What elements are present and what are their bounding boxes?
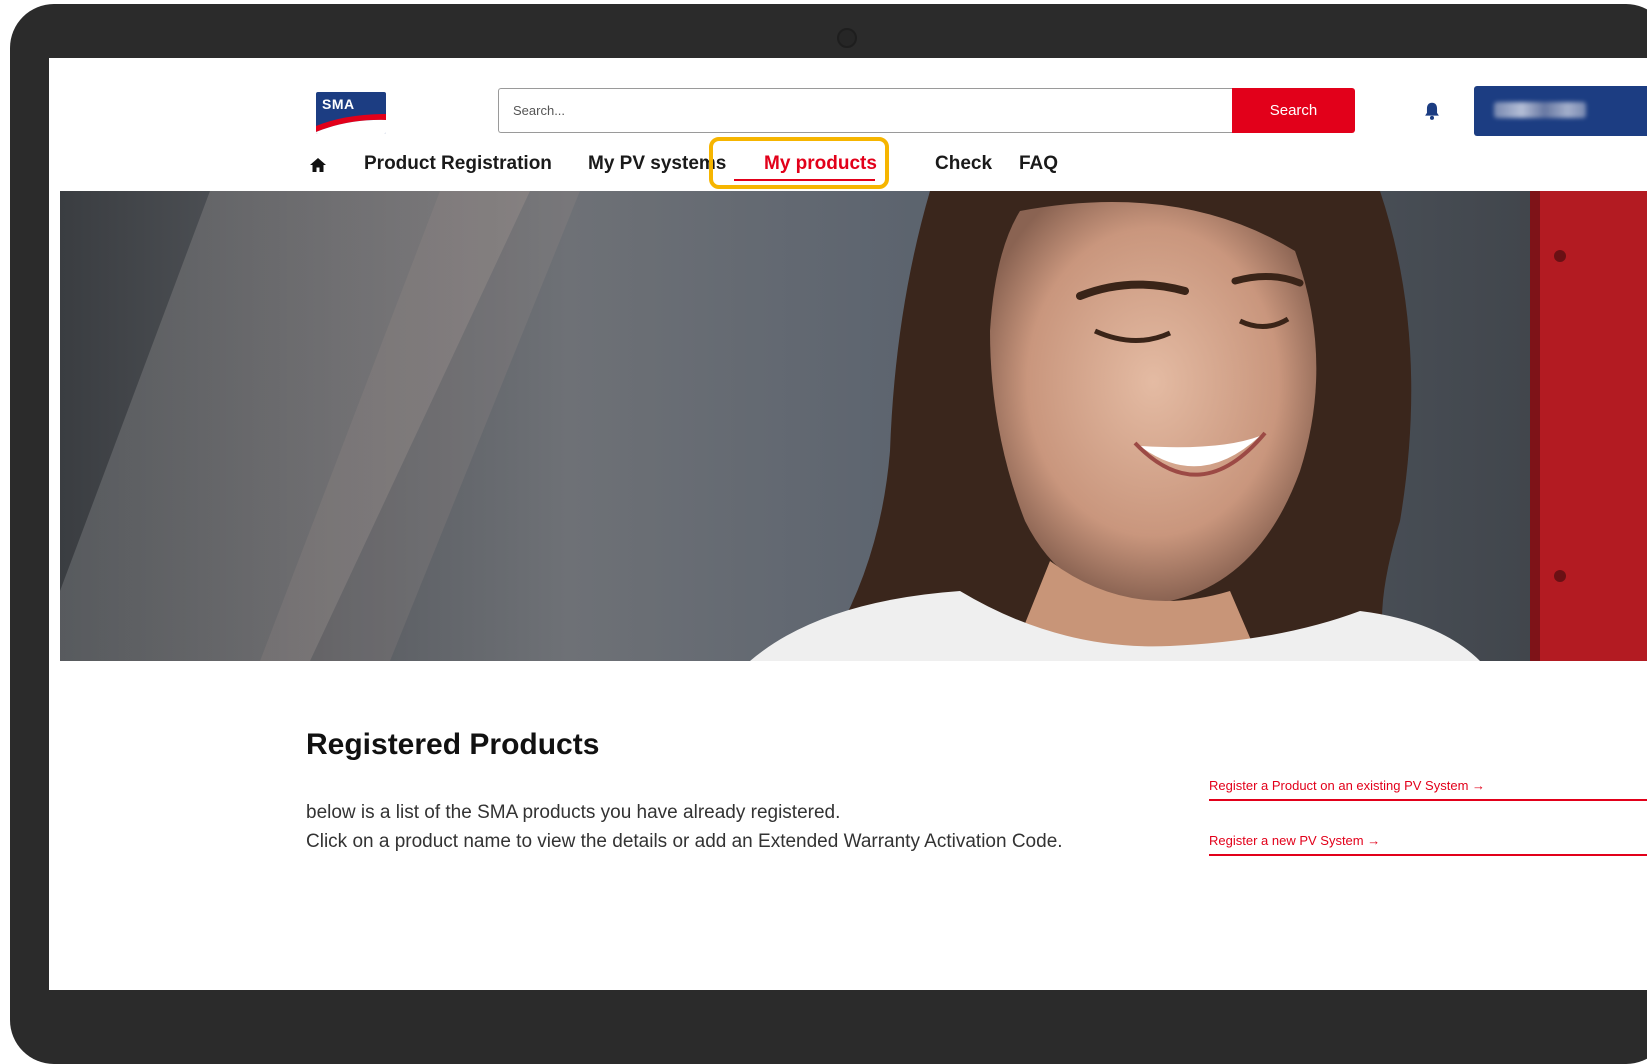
nav-item-check[interactable]: Check xyxy=(935,146,992,182)
nav-item-my-pv-systems[interactable]: My PV systems xyxy=(588,146,726,182)
bell-icon[interactable] xyxy=(1421,100,1443,122)
register-product-existing-pv-link[interactable]: Register a Product on an existing PV Sys… xyxy=(1209,778,1647,801)
page-description: below is a list of the SMA products you … xyxy=(306,798,1063,856)
search-field[interactable] xyxy=(498,88,1232,133)
search-button[interactable]: Search xyxy=(1232,88,1355,133)
home-icon[interactable] xyxy=(308,155,328,175)
logo-text: SMA xyxy=(322,96,355,112)
register-new-pv-system-link[interactable]: Register a new PV System → xyxy=(1209,833,1647,856)
user-account-button[interactable] xyxy=(1474,86,1647,136)
user-name-redacted xyxy=(1494,102,1586,118)
active-tab-underline xyxy=(734,179,875,181)
nav-item-product-registration[interactable]: Product Registration xyxy=(364,146,552,182)
page-title: Registered Products xyxy=(306,728,600,761)
nav-item-my-products[interactable]: My products xyxy=(764,146,877,182)
hero-photo-woman-smiling xyxy=(60,191,1647,661)
webcam xyxy=(837,28,857,48)
sma-logo[interactable]: SMA xyxy=(316,92,386,134)
browser-screen: SMA Search Product Registration My PV sy… xyxy=(49,58,1647,990)
nav-item-faq[interactable]: FAQ xyxy=(1019,146,1058,182)
search-input[interactable] xyxy=(499,89,1232,132)
hero-banner xyxy=(60,191,1647,661)
description-line-1: below is a list of the SMA products you … xyxy=(306,802,841,823)
description-line-2: Click on a product name to view the deta… xyxy=(306,831,1063,852)
